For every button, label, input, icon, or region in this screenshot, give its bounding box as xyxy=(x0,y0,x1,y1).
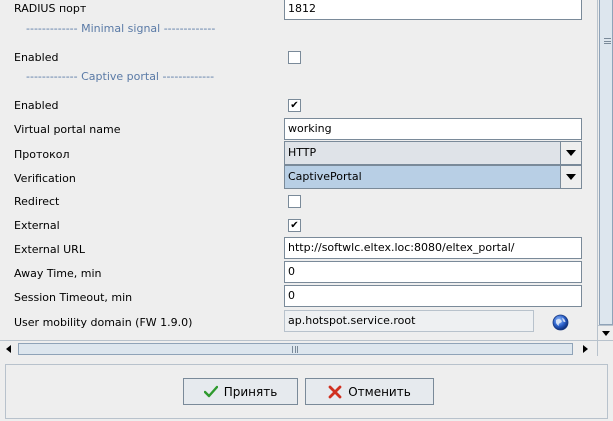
radius-port-row: RADIUS порт 1812 xyxy=(0,0,597,20)
check-icon xyxy=(203,385,218,397)
user-mobility-domain-label: User mobility domain (FW 1.9.0) xyxy=(14,316,193,329)
grip-icon xyxy=(604,38,611,44)
accept-button-label: Принять xyxy=(223,384,278,399)
captive-enabled-row: Enabled ✔ xyxy=(0,95,597,117)
user-mobility-domain-row: User mobility domain (FW 1.9.0) ap.hotsp… xyxy=(0,310,597,332)
verification-select[interactable]: CaptivePortal xyxy=(284,165,582,189)
session-timeout-label: Session Timeout, min xyxy=(14,291,133,304)
scroll-corner xyxy=(597,340,613,356)
user-mobility-domain-input[interactable]: ap.hotspot.service.root xyxy=(284,310,534,332)
section-minimal-signal: ------------- Minimal signal -----------… xyxy=(26,22,216,35)
x-icon xyxy=(328,385,342,398)
scroll-left-button[interactable] xyxy=(2,342,16,356)
redirect-label: Redirect xyxy=(14,195,60,208)
section-captive-portal: ------------- Captive portal -----------… xyxy=(26,70,215,83)
scroll-down-button[interactable] xyxy=(598,325,613,340)
vertical-scrollbar[interactable] xyxy=(597,0,613,340)
verification-label: Verification xyxy=(14,172,76,185)
external-row: External ✔ xyxy=(0,215,597,237)
protocol-select[interactable]: HTTP xyxy=(284,141,582,165)
scroll-right-button[interactable] xyxy=(578,342,592,356)
external-checkbox[interactable]: ✔ xyxy=(288,219,301,232)
verification-value: CaptivePortal xyxy=(285,166,560,188)
chevron-left-icon xyxy=(6,345,11,353)
chevron-down-icon xyxy=(602,331,610,336)
chevron-right-icon xyxy=(583,345,588,353)
chevron-down-icon[interactable] xyxy=(560,166,581,188)
redirect-row: Redirect xyxy=(0,191,597,213)
cancel-button-label: Отменить xyxy=(348,384,411,399)
away-time-label: Away Time, min xyxy=(14,267,102,280)
captive-enabled-label: Enabled xyxy=(14,99,59,112)
verification-row: Verification CaptivePortal xyxy=(0,165,597,189)
session-timeout-input[interactable]: 0 xyxy=(284,285,582,307)
external-url-label: External URL xyxy=(14,243,85,256)
grip-icon xyxy=(292,346,298,353)
protocol-label: Протокол xyxy=(14,148,70,161)
virtual-portal-name-input[interactable]: working xyxy=(284,118,582,140)
vertical-scroll-thumb[interactable] xyxy=(599,0,613,325)
minimal-enabled-checkbox[interactable] xyxy=(288,51,301,64)
external-url-input[interactable]: http://softwlc.eltex.loc:8080/eltex_port… xyxy=(284,237,582,259)
minimal-enabled-row: Enabled xyxy=(0,47,597,69)
external-label: External xyxy=(14,219,60,232)
radius-port-input[interactable]: 1812 xyxy=(284,0,582,20)
cancel-button[interactable]: Отменить xyxy=(305,378,434,405)
horizontal-scrollbar[interactable] xyxy=(0,340,597,356)
away-time-row: Away Time, min 0 xyxy=(0,261,597,283)
session-timeout-row: Session Timeout, min 0 xyxy=(0,285,597,307)
radius-port-label: RADIUS порт xyxy=(14,2,87,15)
virtual-portal-name-row: Virtual portal name working xyxy=(0,118,597,140)
virtual-portal-name-label: Virtual portal name xyxy=(14,123,121,136)
dialog-buttons-panel: Принять Отменить xyxy=(5,364,608,419)
settings-form: RADIUS порт 1812 ------------- Minimal s… xyxy=(0,0,597,340)
away-time-input[interactable]: 0 xyxy=(284,261,582,283)
chevron-down-icon[interactable] xyxy=(560,142,581,164)
captive-enabled-checkbox[interactable]: ✔ xyxy=(288,99,301,112)
redirect-checkbox[interactable] xyxy=(288,195,301,208)
minimal-enabled-label: Enabled xyxy=(14,51,59,64)
protocol-row: Протокол HTTP xyxy=(0,141,597,165)
external-url-row: External URL http://softwlc.eltex.loc:80… xyxy=(0,237,597,259)
accept-button[interactable]: Принять xyxy=(183,378,298,405)
horizontal-scroll-thumb[interactable] xyxy=(18,343,573,355)
protocol-value: HTTP xyxy=(288,146,317,159)
globe-icon[interactable] xyxy=(552,314,569,331)
